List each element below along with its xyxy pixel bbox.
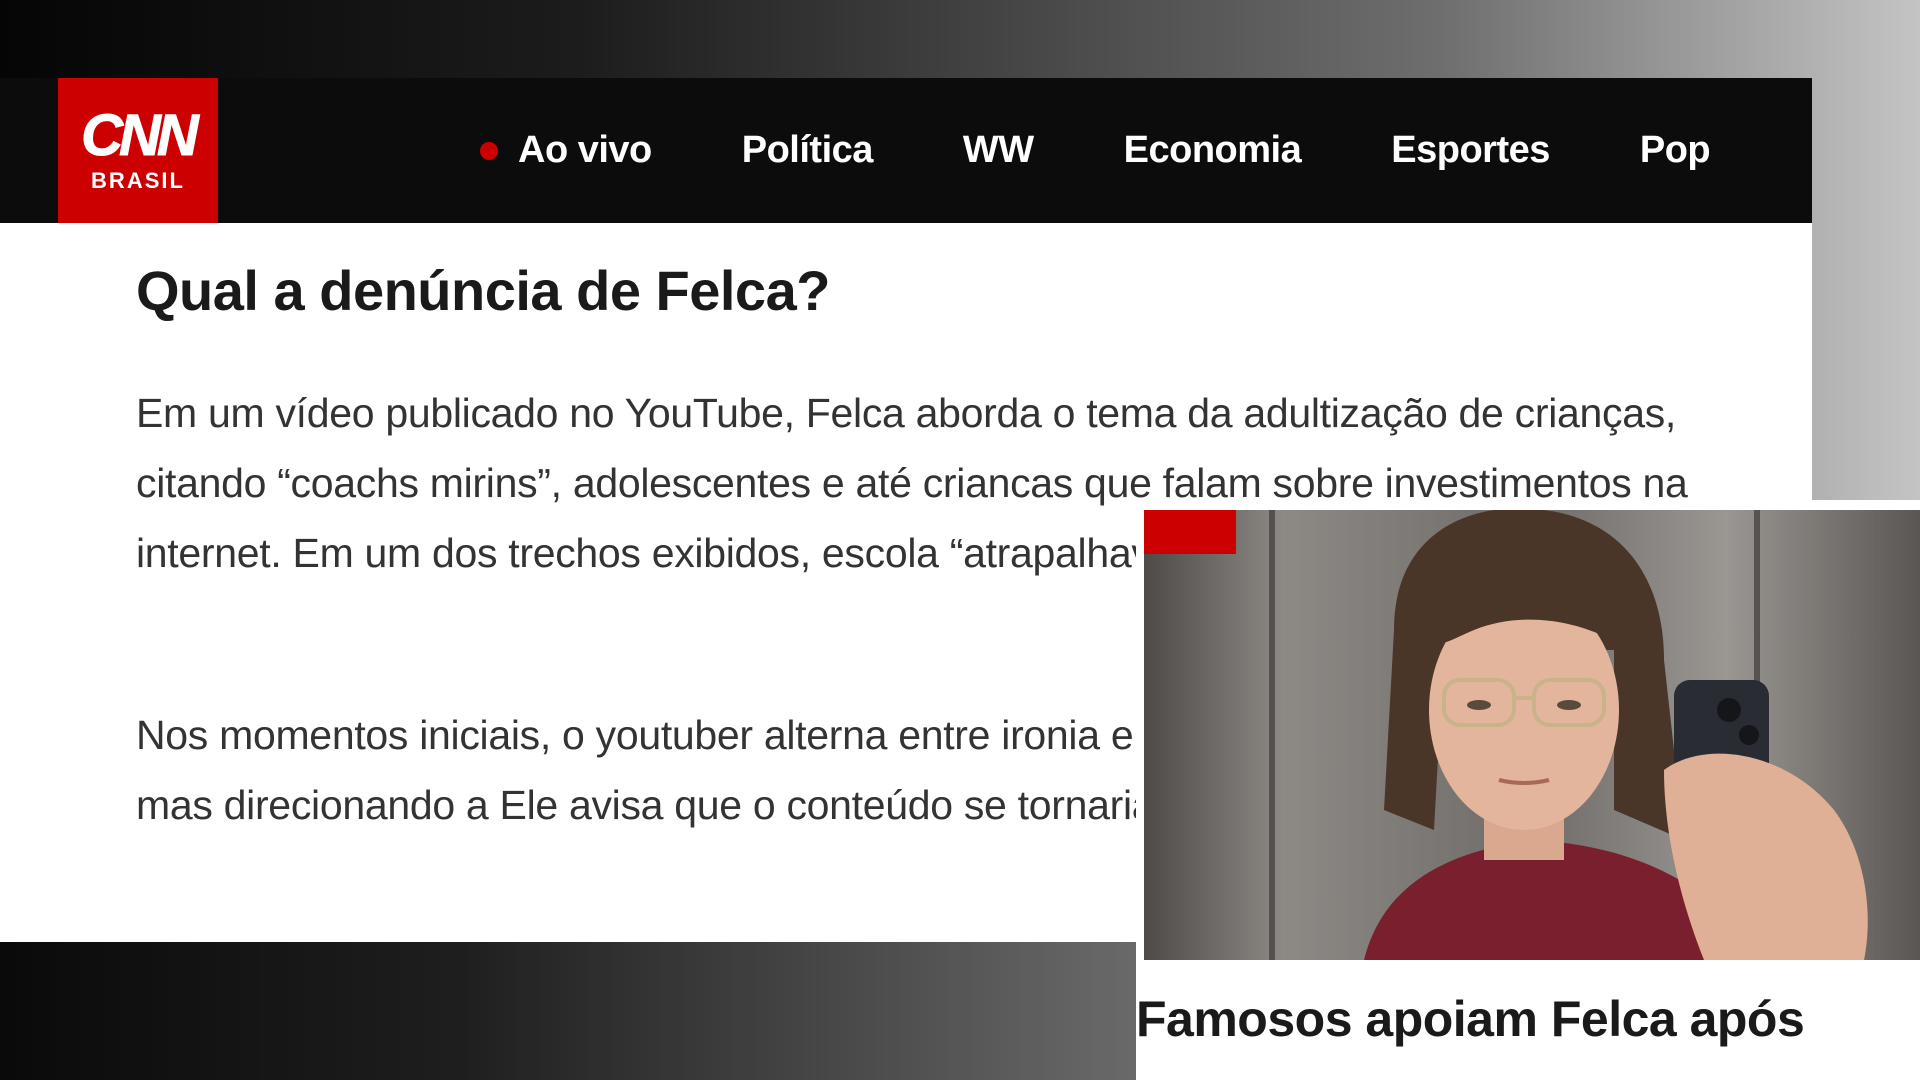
nav-item-economia[interactable]: Economia [1124,129,1302,172]
logo-subtitle: BRASIL [91,167,185,193]
nav-item-esportes[interactable]: Esportes [1391,129,1550,172]
story-title[interactable]: Famosos apoiam Felca após [1136,990,1920,1048]
story-photo[interactable] [1144,510,1920,960]
logo-wordmark: CNN [81,102,200,168]
main-nav: Ao vivo Política WW Economia Esportes Po… [480,78,1711,223]
background-gradient [0,940,1140,1080]
nav-item-label: Ao vivo [518,129,652,171]
nav-item-ww[interactable]: WW [963,129,1034,172]
article-heading: Qual a denúncia de Felca? [136,259,830,322]
top-navbar: CNN BRASIL Ao vivo Política WW Economia … [0,78,1812,223]
nav-item-pop[interactable]: Pop [1640,129,1711,172]
related-story-card[interactable]: Famosos apoiam Felca após [1136,500,1920,1080]
person-selfie-image [1144,510,1920,960]
red-badge [1144,510,1236,554]
cnn-brasil-logo[interactable]: CNN BRASIL [58,78,218,223]
live-dot-icon [480,141,498,160]
nav-item-politica[interactable]: Política [742,129,874,172]
nav-item-ao-vivo[interactable]: Ao vivo [480,129,652,172]
